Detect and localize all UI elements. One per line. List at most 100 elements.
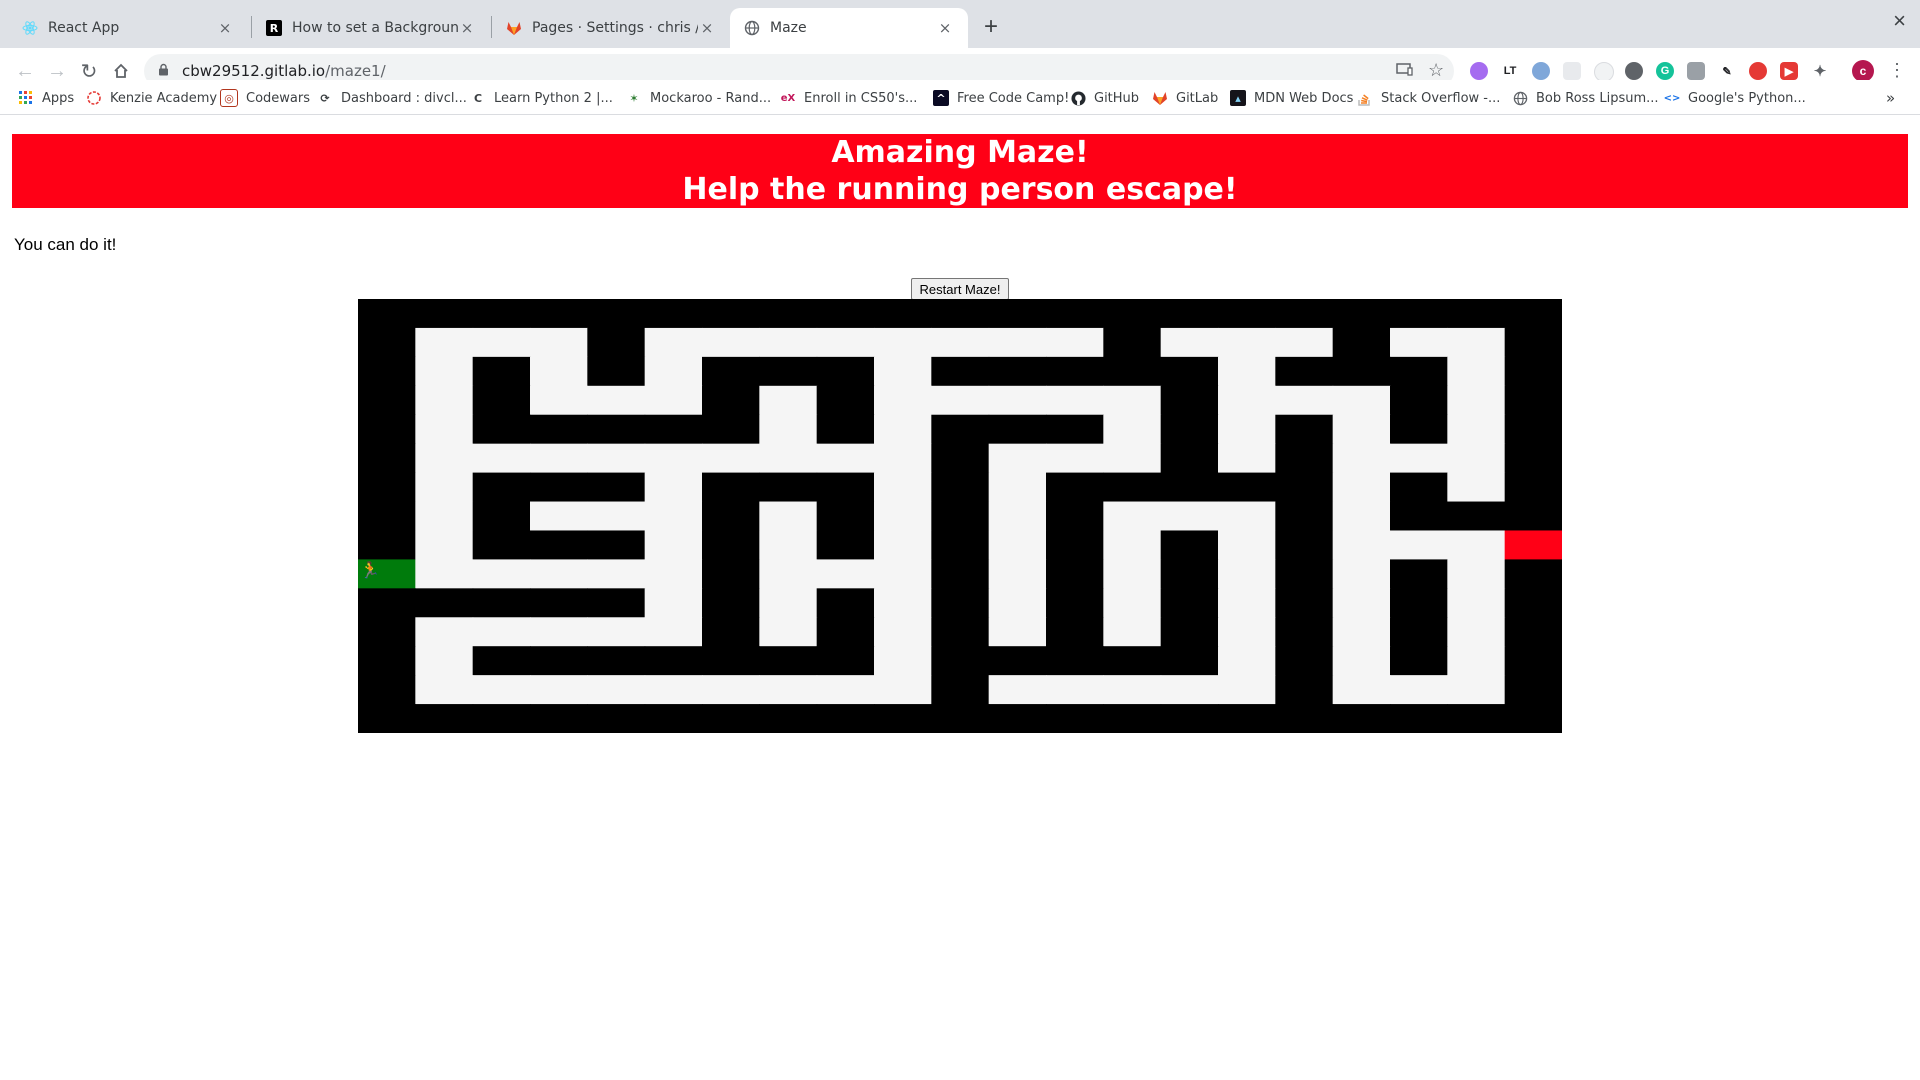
tab-close-icon[interactable]: × [936, 19, 954, 37]
maze-floor-cell [816, 327, 875, 358]
bookmark-mockaroo[interactable]: ✶ Mockaroo - Rand... [626, 88, 771, 108]
maze-floor-cell [1103, 530, 1162, 560]
bookmark-gitlab[interactable]: GitLab [1152, 88, 1218, 108]
bookmark-mdn[interactable]: ▴ MDN Web Docs [1230, 88, 1353, 108]
maze-floor-cell [1046, 443, 1104, 474]
extension-tile-icon[interactable] [1687, 62, 1705, 80]
maze-floor-cell [587, 675, 646, 705]
extension-purple-icon[interactable] [1470, 62, 1488, 80]
menu-kebab-icon[interactable]: ⋮ [1888, 60, 1906, 81]
maze-floor-cell [587, 617, 646, 647]
maze-floor-cell [1332, 414, 1391, 445]
maze-wall-cell [816, 299, 875, 329]
bookmark-free-code-camp[interactable]: ^ Free Code Camp! [933, 88, 1069, 108]
maze-wall-cell [530, 472, 588, 503]
maze-wall-cell [702, 414, 760, 445]
maze-floor-cell [874, 646, 932, 676]
tab-maze[interactable]: Maze × [730, 8, 968, 48]
window-close-icon[interactable]: × [1893, 8, 1906, 34]
maze-wall-cell [931, 414, 990, 445]
maze-floor-cell [1447, 617, 1506, 647]
tab-close-icon[interactable]: × [698, 19, 716, 37]
youtube-icon[interactable]: ▶ [1780, 62, 1798, 80]
maze-floor-cell [1218, 646, 1276, 676]
maze-wall-cell [702, 617, 760, 647]
bookmark-codewars[interactable]: ◎ Codewars [220, 88, 310, 108]
bookmark-learn-python[interactable]: C Learn Python 2 |... [470, 88, 613, 108]
bookmark-google-python[interactable]: <> Google's Python... [1664, 88, 1806, 108]
bookmark-star-icon[interactable]: ☆ [1428, 60, 1444, 81]
maze-wall-cell [1160, 299, 1219, 329]
maze-floor-cell [644, 501, 703, 532]
puzzle-piece-icon[interactable]: ✦ [1811, 62, 1829, 80]
profile-avatar[interactable]: c [1852, 60, 1874, 82]
maze-wall-cell [472, 385, 531, 416]
maze-floor-cell [1218, 530, 1276, 560]
maze-wall-cell [931, 646, 990, 676]
maze-wall-cell [530, 414, 588, 445]
extension-clock-icon[interactable] [1594, 62, 1614, 82]
gitlab-icon [1152, 90, 1168, 106]
bookmark-bob-ross-lipsum[interactable]: Bob Ross Lipsum... [1512, 88, 1659, 108]
extension-feather-icon[interactable]: ✎ [1718, 62, 1736, 80]
extension-gear-icon[interactable] [1625, 62, 1643, 80]
maze-floor-cell [1332, 675, 1391, 705]
maze-floor-cell [759, 414, 818, 445]
extension-lt-icon[interactable]: LT [1501, 62, 1519, 80]
maze-floor-cell [874, 501, 932, 532]
maze-wall-cell [931, 530, 990, 560]
maze-wall-cell [358, 675, 416, 705]
maze-wall-cell [1275, 501, 1334, 532]
maze-floor-cell [1160, 501, 1219, 532]
cast-icon[interactable] [1396, 62, 1413, 82]
extension-blue-icon[interactable] [1532, 62, 1550, 80]
codewars-icon: ◎ [220, 89, 238, 107]
maze-wall-cell [1160, 414, 1219, 445]
maze-board: 🏃 [358, 299, 1562, 733]
bookmark-cs50[interactable]: eX Enroll in CS50's... [780, 88, 918, 108]
tab-close-icon[interactable]: × [216, 19, 234, 37]
maze-wall-cell [1103, 704, 1162, 733]
maze-floor-cell [816, 675, 875, 705]
extension-red-icon[interactable] [1749, 62, 1767, 80]
tab-pages-settings[interactable]: Pages · Settings · chris / maze × [492, 8, 730, 48]
maze-floor-cell [1218, 356, 1276, 387]
bookmark-dashboard[interactable]: ⟳ Dashboard : divcl... [317, 88, 467, 108]
maze-wall-cell [1046, 299, 1104, 329]
maze-floor-cell [530, 443, 588, 474]
maze-wall-cell [358, 530, 416, 560]
bookmark-kenzie-academy[interactable]: Kenzie Academy [86, 88, 217, 108]
maze-wall-cell [988, 299, 1047, 329]
maze-wall-cell [874, 704, 932, 733]
tab-close-icon[interactable]: × [458, 19, 476, 37]
maze-wall-cell [644, 704, 703, 733]
maze-wall-cell [816, 704, 875, 733]
encouragement-text: You can do it! [14, 235, 117, 254]
maze-wall-cell [1504, 356, 1562, 387]
running-person-icon[interactable]: 🏃 [360, 560, 380, 579]
react-icon [22, 20, 38, 36]
grammarly-icon[interactable]: G [1656, 62, 1674, 80]
extension-gray-icon[interactable] [1563, 62, 1581, 80]
maze-wall-cell [1390, 299, 1448, 329]
maze-floor-cell [874, 327, 932, 358]
maze-floor-cell [1332, 530, 1391, 560]
tab-background-image[interactable]: R How to set a Background Image × [252, 8, 490, 48]
new-tab-button[interactable]: + [976, 12, 1006, 42]
tab-react-app[interactable]: React App × [8, 8, 248, 48]
bookmark-github[interactable]: GitHub [1070, 88, 1139, 108]
bookmark-stack-overflow[interactable]: Stack Overflow -... [1357, 88, 1500, 108]
maze-wall-cell [415, 299, 474, 329]
maze-wall-cell [1504, 385, 1562, 416]
bookmarks-overflow-icon[interactable]: » [1886, 88, 1895, 108]
maze-floor-cell [1447, 588, 1506, 618]
maze-wall-cell [358, 588, 416, 618]
maze-wall-cell [530, 299, 588, 329]
maze-wall-cell [472, 414, 531, 445]
maze-wall-cell [1275, 299, 1334, 329]
maze-wall-cell [1046, 530, 1104, 560]
gitlab-icon [506, 20, 522, 36]
maze-wall-cell [1275, 356, 1334, 387]
bookmark-apps[interactable]: Apps [18, 88, 74, 108]
restart-maze-button[interactable]: Restart Maze! [911, 278, 1009, 300]
